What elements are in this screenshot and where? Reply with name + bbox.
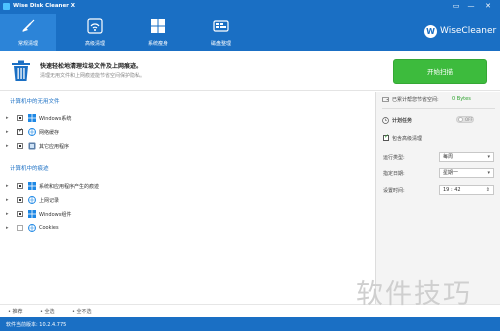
- checkbox[interactable]: [17, 197, 23, 203]
- saved-space-value: 0 Bytes: [452, 96, 471, 102]
- toggle-state: OFF: [465, 117, 473, 122]
- toggle-knob: [458, 117, 463, 122]
- checkbox[interactable]: [17, 211, 23, 217]
- list-item-other-apps[interactable]: ▸ 其它应用程序: [6, 142, 366, 152]
- list-item-windows-components[interactable]: ▸ Windows组件: [6, 210, 366, 220]
- windows-icon: [28, 114, 36, 122]
- run-type-label: 运行类型:: [383, 155, 405, 161]
- windows-icon: [151, 19, 165, 33]
- app-icon: [28, 142, 36, 150]
- expand-arrow-icon[interactable]: ▸: [6, 225, 9, 231]
- run-type-value: 每周: [443, 154, 454, 160]
- close-icon[interactable]: ✕: [483, 1, 493, 11]
- tab-label: 磁盘整理: [210, 41, 231, 47]
- schedule-label: 计划任务: [392, 118, 413, 124]
- section-title-traces: 计算机中的痕迹: [10, 166, 49, 172]
- item-label: 系统和应用程序产生的痕迹: [39, 184, 100, 190]
- item-label: 其它应用程序: [39, 144, 70, 150]
- recommend-link[interactable]: • 推荐: [8, 308, 23, 315]
- expand-arrow-icon[interactable]: ▸: [6, 143, 9, 149]
- app-window: Wise Disk Cleaner X ▭ — ✕ 常规清理 高级清理 系统瘦身…: [0, 0, 500, 331]
- date-label: 指定日期:: [383, 171, 405, 177]
- chevron-down-icon: ▾: [487, 154, 490, 160]
- tab-label: 系统瘦身: [147, 41, 168, 47]
- item-label: Cookies: [39, 225, 59, 231]
- chevron-down-icon: ▾: [487, 170, 490, 176]
- check-icon: ✓: [384, 133, 390, 140]
- watermark-text: 软件技巧: [356, 279, 472, 310]
- brand-name: WiseCleaner: [440, 26, 497, 36]
- app-title: Wise Disk Cleaner X: [13, 3, 76, 9]
- banner-title: 快速轻松地清理垃圾文件及上网痕迹。: [40, 63, 143, 70]
- run-type-select[interactable]: 每周 ▾: [439, 152, 494, 162]
- select-all-link[interactable]: • 全选: [40, 308, 55, 315]
- date-select[interactable]: 星期一 ▾: [439, 168, 494, 178]
- clock-icon: [382, 117, 389, 124]
- start-scan-button[interactable]: 开始扫描: [393, 59, 487, 84]
- list-item-web-cache[interactable]: ▸ 网络缓存: [6, 127, 366, 138]
- section-title-junk-files: 计算机中的无用文件: [10, 99, 60, 105]
- brand-logo-icon: W: [424, 25, 437, 38]
- checkbox[interactable]: [17, 115, 23, 121]
- checkbox[interactable]: [17, 143, 23, 149]
- list-item-cookies[interactable]: ▸ Cookies: [6, 224, 366, 234]
- item-label: Windows系统: [39, 116, 72, 122]
- tab-label: 高级清理: [84, 41, 105, 47]
- expand-arrow-icon[interactable]: ▸: [6, 129, 9, 135]
- time-label: 设置时间:: [383, 188, 405, 194]
- version-text: 软件当前版本: 10.2.4.775: [6, 322, 67, 328]
- title-bar: Wise Disk Cleaner X ▭ — ✕: [0, 0, 500, 13]
- tab-disk-defrag[interactable]: 磁盘整理: [193, 14, 249, 51]
- advanced-clean-label: 包含高级清理: [392, 136, 423, 142]
- tab-label: 常规清理: [17, 41, 38, 47]
- item-label: 上网记录: [39, 198, 60, 204]
- expand-arrow-icon[interactable]: ▸: [6, 115, 9, 121]
- clean-items-panel: 计算机中的无用文件 ▸ Windows系统 ▸ 网络缓存 ▸: [0, 92, 375, 304]
- time-value: 19 : 42: [443, 187, 461, 193]
- restore-icon[interactable]: ▭: [451, 1, 461, 11]
- trash-icon: [12, 60, 30, 81]
- schedule-toggle[interactable]: OFF: [456, 116, 474, 123]
- advanced-clean-checkbox[interactable]: ✓: [383, 133, 390, 141]
- banner-subtitle: 清理无用文件和上网痕迹能节省空间保护隐私。: [40, 73, 146, 79]
- expand-arrow-icon[interactable]: ▸: [6, 211, 9, 217]
- status-bar: 软件当前版本: 10.2.4.775: [0, 317, 500, 331]
- tab-system-slim[interactable]: 系统瘦身: [130, 14, 186, 51]
- select-none-link[interactable]: • 全不选: [72, 308, 92, 315]
- globe-icon: [28, 196, 36, 204]
- disk-icon: [382, 96, 389, 103]
- app-logo-icon: [3, 3, 10, 10]
- minimize-icon[interactable]: —: [466, 1, 476, 11]
- windows-icon: [28, 182, 36, 190]
- checkbox[interactable]: [17, 127, 23, 135]
- divider: [382, 108, 495, 109]
- checkbox[interactable]: [17, 183, 23, 189]
- list-item-system-traces[interactable]: ▸ 系统和应用程序产生的痕迹: [6, 182, 366, 192]
- date-value: 星期一: [443, 170, 459, 176]
- disk-icon: [213, 20, 229, 32]
- broom-icon: [22, 19, 35, 32]
- time-input[interactable]: 19 : 42 ⇕: [439, 185, 494, 195]
- header: Wise Disk Cleaner X ▭ — ✕ 常规清理 高级清理 系统瘦身…: [0, 0, 500, 51]
- list-item-browsing-history[interactable]: ▸ 上网记录: [6, 196, 366, 206]
- wifi-icon: [87, 18, 103, 34]
- windows-icon: [28, 210, 36, 218]
- expand-arrow-icon[interactable]: ▸: [6, 183, 9, 189]
- globe-icon: [28, 224, 36, 232]
- globe-icon: [28, 128, 36, 136]
- item-label: 网络缓存: [39, 130, 60, 136]
- tab-advanced-clean[interactable]: 高级清理: [67, 14, 123, 51]
- tab-common-clean[interactable]: 常规清理: [0, 14, 56, 51]
- expand-arrow-icon[interactable]: ▸: [6, 197, 9, 203]
- saved-space-label: 已累计帮您节省空间:: [392, 97, 439, 103]
- checkbox[interactable]: [17, 225, 23, 231]
- item-label: Windows组件: [39, 212, 72, 218]
- list-item-windows-system[interactable]: ▸ Windows系统: [6, 114, 366, 124]
- spinner-icon[interactable]: ⇕: [486, 186, 490, 195]
